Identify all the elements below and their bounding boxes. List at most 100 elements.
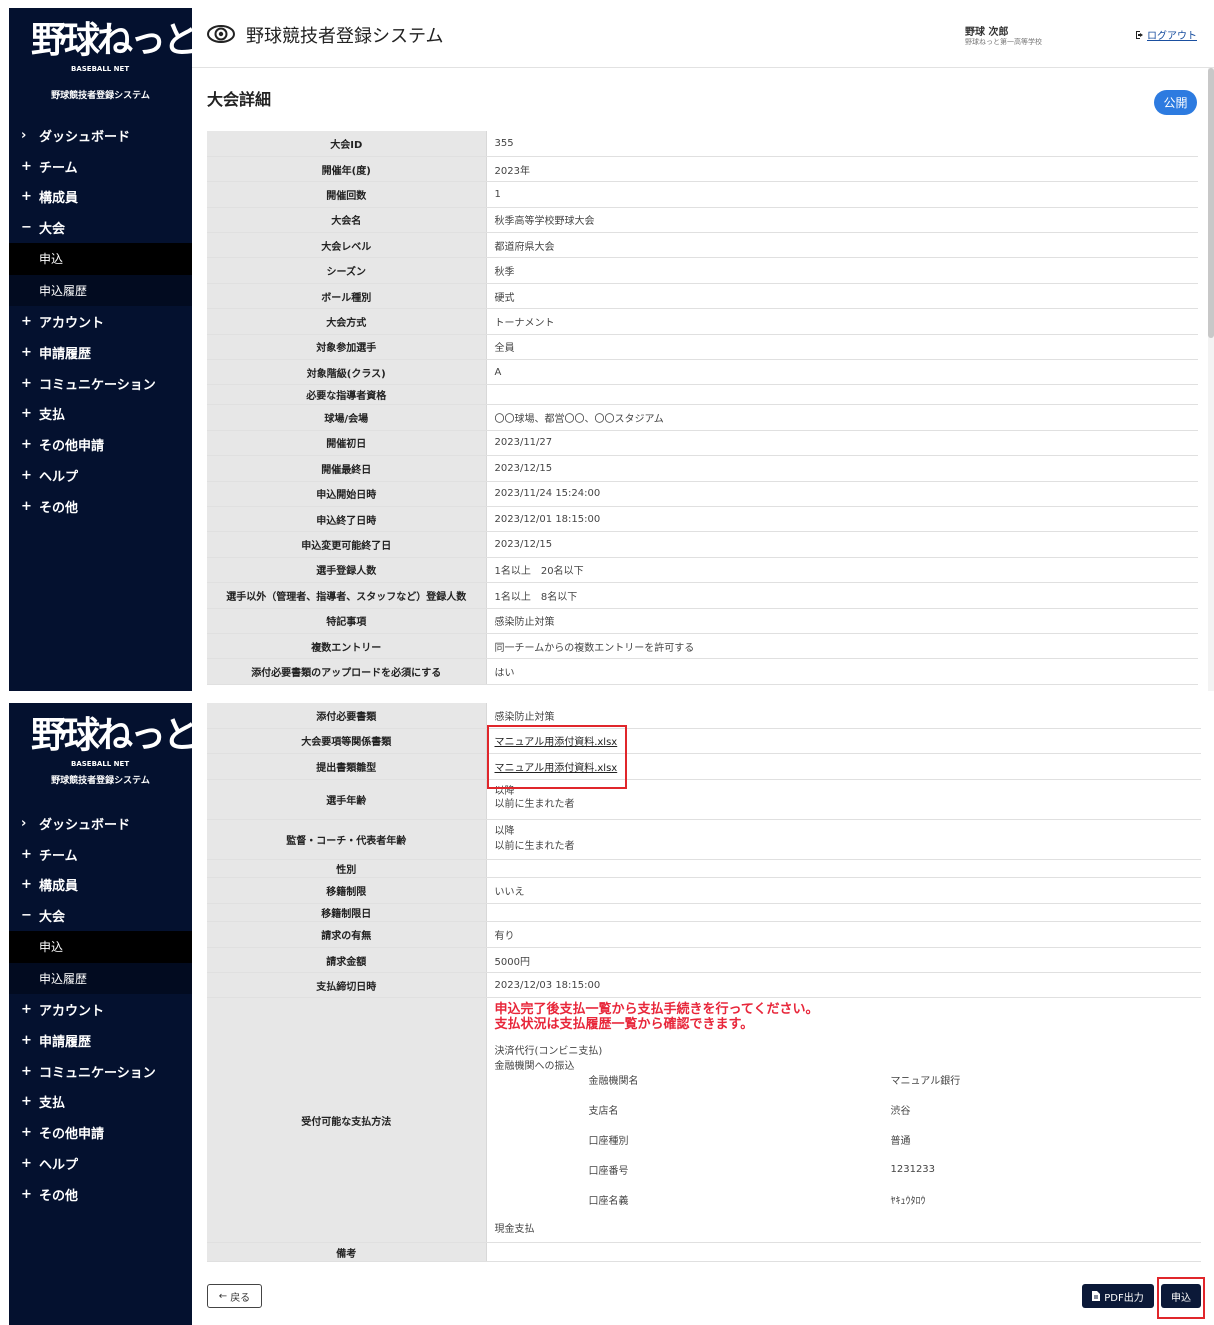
row-label: 大会要項等関係書類 [207, 728, 487, 754]
chevron-right-icon: › [21, 127, 27, 143]
table-row: 大会ID 355 [207, 131, 1198, 157]
sidebar-item-help[interactable]: + ヘルプ [9, 460, 192, 491]
row-label: 選手年齢 [207, 779, 487, 820]
minus-icon: − [21, 220, 32, 236]
sidebar-item-payment[interactable]: + 支払 [9, 399, 192, 430]
apply-button-highlight [1157, 1277, 1205, 1319]
row-label: 申込開始日時 [207, 481, 487, 507]
sidebar-item-label: ヘルプ [39, 1158, 79, 1174]
arrow-left-icon: ← [218, 1290, 228, 1302]
sidebar-item-label: チーム [39, 848, 78, 864]
plus-icon: + [21, 344, 32, 360]
app-title: 野球競技者登録システム [246, 26, 444, 47]
table-row: 複数エントリー 同一チームからの複数エントリーを許可する [207, 633, 1198, 660]
pdf-export-button[interactable]: PDF出力 [1082, 1284, 1154, 1308]
logout-link[interactable]: ログアウト [1135, 27, 1197, 42]
bank-value: 1231233 [890, 1163, 936, 1175]
sidebar-item-other-requests[interactable]: + その他申請 [9, 429, 192, 460]
scrollbar[interactable] [1208, 68, 1214, 691]
row-value: 2023/12/15 [486, 455, 1198, 482]
sidebar-item-account[interactable]: + アカウント [9, 306, 192, 337]
row-value: 2023/12/03 18:15:00 [486, 972, 1201, 998]
table-row: 必要な指導者資格 [207, 384, 1198, 406]
sidebar-item-label: その他 [39, 500, 79, 516]
sidebar-item-other[interactable]: + その他 [9, 1179, 192, 1210]
sidebar-item-request-history[interactable]: + 申請履歴 [9, 1025, 192, 1056]
row-label: 開催年(度) [207, 156, 487, 183]
sidebar-item-label: 支払 [39, 1096, 66, 1112]
sidebar-subitem-apply-history[interactable]: 申込履歴 [9, 962, 192, 995]
detail-table-top: 大会ID 355 開催年(度) 2023年 開催回数 1 大会名 秋季高等学校野球大会 大会レベ… [207, 131, 1198, 685]
row-value: 都道府県大会 [486, 232, 1198, 259]
logo-subtitle: BASEBALL NET [71, 65, 130, 73]
table-row: 支払締切日時 2023/12/03 18:15:00 [207, 972, 1201, 998]
sidebar-item-members[interactable]: + 構成員 [9, 870, 192, 901]
row-label: 性別 [207, 859, 487, 878]
row-value: 355 [486, 131, 1198, 157]
sidebar-item-request-history[interactable]: + 申請履歴 [9, 337, 192, 368]
table-row: 開催年(度) 2023年 [207, 156, 1198, 183]
row-value: 〇〇球場、都営〇〇、〇〇スタジアム [486, 404, 1198, 431]
plus-icon: + [21, 498, 32, 514]
table-row: 特記事項 感染防止対策 [207, 608, 1198, 634]
file-links-highlight [487, 725, 627, 789]
sidebar-subitem-apply[interactable]: 申込 [9, 931, 192, 963]
table-row-payment: 受付可能な支払方法 申込完了後支払一覧から支払手続きを行ってください。 支払状況… [207, 997, 1201, 1243]
sidebar-item-other[interactable]: + その他 [9, 491, 192, 522]
sidebar-subitem-apply-history[interactable]: 申込履歴 [9, 274, 192, 307]
back-button[interactable]: ← 戻る [207, 1284, 262, 1308]
row-label: ボール種別 [207, 283, 487, 310]
logo-subtitle: BASEBALL NET [71, 760, 130, 768]
logout-icon [1136, 30, 1143, 39]
table-row: 監督・コーチ・代表者年齢 以降 以前に生まれた者 [207, 819, 1201, 860]
row-label: 備考 [207, 1242, 487, 1262]
sidebar-item-label: コミュニケーション [39, 1065, 156, 1081]
sidebar-item-dashboard[interactable]: › ダッシュボード [9, 120, 192, 151]
bank-value: ﾔｷｭｳﾀﾛｳ [890, 1195, 926, 1207]
row-value: トーナメント [486, 308, 1198, 335]
detail-table-bottom: 添付必要書類 感染防止対策 大会要項等関係書類 マニュアル用添付資料.xlsx … [207, 703, 1201, 1262]
sidebar-item-tournament[interactable]: − 大会 [9, 212, 192, 243]
sidebar: 野球ねっと BASEBALL NET 野球競技者登録システム › ダッシュボード … [9, 8, 199, 691]
plus-icon: + [21, 437, 32, 453]
row-value: いいえ [486, 877, 1201, 904]
sidebar-subitem-apply[interactable]: 申込 [9, 243, 192, 275]
scrollbar-thumb[interactable] [1208, 68, 1214, 338]
table-row: 移籍制限 いいえ [207, 877, 1201, 904]
table-row: 請求の有無 有り [207, 921, 1201, 948]
row-label: 大会ID [207, 131, 487, 157]
sidebar-item-account[interactable]: + アカウント [9, 994, 192, 1025]
sidebar-item-communication[interactable]: + コミュニケーション [9, 368, 192, 399]
table-row: 選手登録人数 1名以上 20名以下 [207, 557, 1198, 584]
sidebar-item-members[interactable]: + 構成員 [9, 182, 192, 213]
table-row: 移籍制限日 [207, 903, 1201, 922]
sidebar-item-other-requests[interactable]: + その他申請 [9, 1117, 192, 1148]
payment-note-1: 申込完了後支払一覧から支払手続きを行ってください。 [494, 1002, 819, 1017]
row-value: 秋季高等学校野球大会 [486, 207, 1198, 234]
row-value [486, 384, 1198, 406]
bank-key: 口座名義 [588, 1195, 629, 1207]
sidebar-item-team[interactable]: + チーム [9, 839, 192, 870]
row-label: 提出書類雛型 [207, 753, 487, 780]
row-label: 添付必要書類のアップロードを必須にする [207, 658, 487, 685]
sidebar-item-team[interactable]: + チーム [9, 151, 192, 182]
sidebar-item-help[interactable]: + ヘルプ [9, 1148, 192, 1179]
plus-icon: + [21, 1125, 32, 1141]
bank-value: マニュアル銀行 [890, 1076, 961, 1088]
bank-key: 支店名 [588, 1106, 619, 1118]
row-label: 開催初日 [207, 430, 487, 457]
row-value: 2023/11/27 [486, 430, 1198, 457]
bank-key: 金融機関名 [588, 1076, 639, 1088]
row-label: 添付必要書類 [207, 703, 487, 729]
sidebar-item-communication[interactable]: + コミュニケーション [9, 1056, 192, 1087]
row-value: 2023/11/24 15:24:00 [486, 481, 1198, 507]
table-row: 対象階級(クラス) A [207, 359, 1198, 386]
sidebar-item-dashboard[interactable]: › ダッシュボード [9, 808, 192, 839]
row-label: 支払締切日時 [207, 972, 487, 998]
sidebar-item-label: その他申請 [39, 1127, 105, 1143]
sidebar-item-tournament[interactable]: − 大会 [9, 900, 192, 931]
row-value: 2023/12/15 [486, 531, 1198, 558]
logo-text: 野球ねっと [31, 714, 199, 756]
plus-icon: + [21, 406, 32, 422]
sidebar-item-payment[interactable]: + 支払 [9, 1087, 192, 1118]
